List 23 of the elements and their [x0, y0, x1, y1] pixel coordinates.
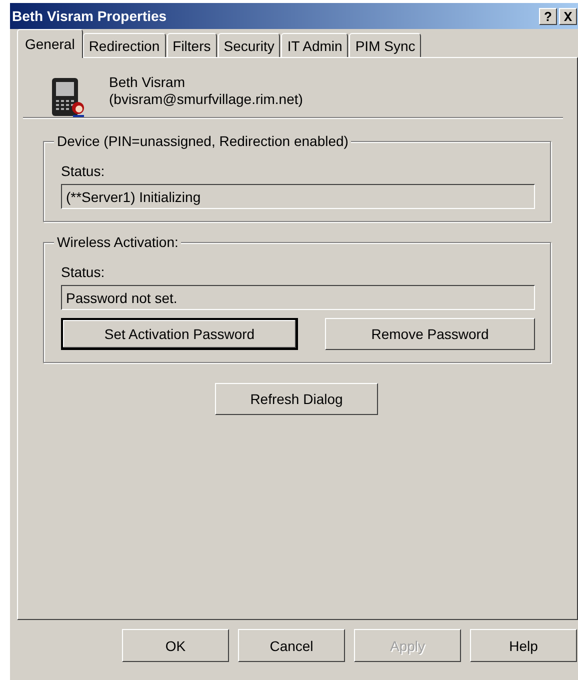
window-title: Beth Visram Properties	[12, 8, 167, 24]
tab[interactable]: IT Admin	[281, 33, 348, 57]
status-label: Status:	[61, 263, 106, 281]
remove-password-button[interactable]: Remove Password	[325, 318, 535, 350]
tab[interactable]: Redirection	[82, 33, 166, 57]
close-icon	[563, 12, 573, 20]
tab[interactable]: Filters	[166, 33, 217, 57]
tab[interactable]: Security	[218, 33, 280, 57]
status-field: Password not set.	[61, 285, 535, 310]
status-field: (**Server1) Initializing	[61, 184, 535, 209]
handheld-device-icon	[51, 77, 85, 119]
tab[interactable]: PIM Sync	[349, 33, 422, 57]
set-password-button[interactable]: Set Activation Password	[61, 318, 298, 350]
user-email: (bvisram@smurfvillage.rim.net)	[109, 91, 303, 108]
user-name: Beth Visram	[109, 74, 186, 91]
tab[interactable]: General	[17, 29, 83, 58]
close-button[interactable]	[559, 8, 577, 24]
help-button[interactable]: ?	[539, 8, 557, 24]
status-label: Status:	[61, 162, 106, 180]
dialog-button[interactable]: OK	[122, 629, 229, 662]
dialog-button[interactable]: Cancel	[238, 629, 345, 662]
dialog-button[interactable]: Help	[470, 629, 577, 662]
refresh-dialog-button[interactable]: Refresh Dialog	[215, 383, 378, 415]
